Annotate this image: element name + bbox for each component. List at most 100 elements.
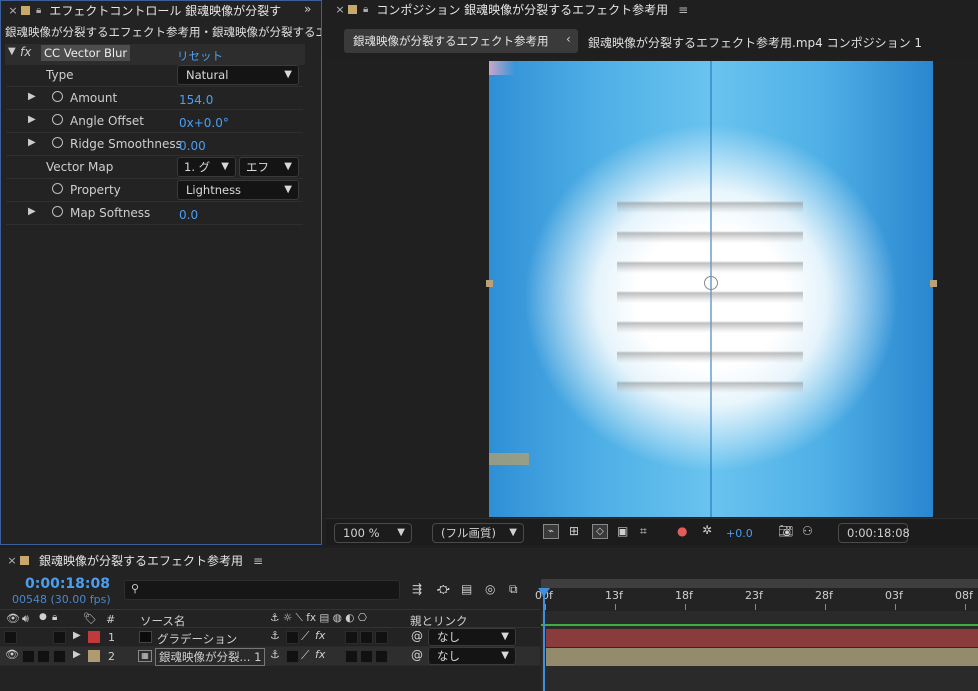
collapse-switch[interactable] xyxy=(286,650,299,663)
collapse-switch[interactable] xyxy=(286,631,299,644)
parent-link-column-header[interactable]: 親とリンク xyxy=(410,613,468,629)
fast-preview-icon[interactable]: ⌁ xyxy=(543,524,559,539)
effect-name[interactable]: CC Vector Blur xyxy=(41,45,131,61)
fx-toggle-icon[interactable]: fx xyxy=(20,45,31,59)
hamburger-menu-icon[interactable]: ≡ xyxy=(253,554,263,568)
layer-handle-left[interactable] xyxy=(486,280,493,287)
lock-icon[interactable]: 🔒︎ xyxy=(363,4,368,15)
pickwhip-icon[interactable]: @ xyxy=(411,648,423,662)
ridge-smoothness-value[interactable]: 0.00 xyxy=(179,139,206,153)
parent-dropdown[interactable]: なし ▼ xyxy=(428,628,516,646)
layer-2-bar[interactable] xyxy=(546,648,978,666)
draft-3d-icon[interactable]: ⛮ xyxy=(437,582,450,597)
label-color-tan[interactable] xyxy=(88,650,100,662)
region-of-interest-icon[interactable]: ▣ xyxy=(617,524,628,538)
work-area-bar[interactable] xyxy=(541,579,978,588)
parent-dropdown[interactable]: なし ▼ xyxy=(428,647,516,665)
transparency-grid-icon[interactable]: ⊞ xyxy=(569,524,579,538)
motion-blur-icon[interactable]: ◎ xyxy=(485,582,495,596)
motion-blur-switch[interactable] xyxy=(360,631,373,644)
frame-blend-switch[interactable] xyxy=(345,631,358,644)
amount-value[interactable]: 154.0 xyxy=(179,93,213,107)
frame-blend-switch[interactable] xyxy=(345,650,358,663)
map-softness-value[interactable]: 0.0 xyxy=(179,208,198,222)
color-management-icon[interactable]: ✲ xyxy=(702,523,712,537)
resolution-dropdown[interactable]: (フル画質) ▼ xyxy=(432,523,524,543)
snapshot-icon[interactable]: 📷︎ xyxy=(778,524,793,538)
stopwatch-icon[interactable] xyxy=(52,183,63,194)
quality-switch-icon[interactable]: ⟋ xyxy=(301,648,309,663)
track-area[interactable] xyxy=(541,611,978,691)
source-name-column-header[interactable]: ソース名 xyxy=(140,613,185,629)
show-snapshot-icon[interactable]: ⚇ xyxy=(802,524,813,538)
expand-layer-icon[interactable]: ▶ xyxy=(73,630,81,641)
property-dropdown[interactable]: Lightness ▼ xyxy=(177,180,299,200)
expand-amount-icon[interactable]: ▶ xyxy=(28,91,36,102)
composition-mini-flowchart-icon[interactable]: ⇶ xyxy=(412,582,422,596)
layer-handle-right[interactable] xyxy=(930,280,937,287)
layer-name[interactable]: 銀魂映像が分裂... 1 xyxy=(155,648,266,666)
stopwatch-icon[interactable] xyxy=(52,137,63,148)
timeline-tab-title[interactable]: 銀魂映像が分裂するエフェクト参考用 xyxy=(39,552,243,569)
audio-toggle[interactable] xyxy=(22,650,35,663)
layer-row[interactable]: ▶ 1 グラデーション ⚓︎ ⟋ fx @ なし ▼ xyxy=(0,628,540,647)
close-tab-icon[interactable]: × xyxy=(332,3,348,16)
expand-map-softness-icon[interactable]: ▶ xyxy=(28,206,36,217)
layer-1-bar[interactable] xyxy=(546,629,978,647)
expand-ridge-icon[interactable]: ▶ xyxy=(28,137,36,148)
current-time-display[interactable]: 0:00:18:08 xyxy=(838,523,910,543)
current-time[interactable]: 0:00:18:08 xyxy=(25,576,110,592)
layer-search-input[interactable]: ⚲ xyxy=(124,580,400,600)
effect-switch-icon[interactable]: fx xyxy=(315,648,325,661)
adjustment-switch[interactable] xyxy=(375,631,388,644)
zoom-dropdown[interactable]: 100 % ▼ xyxy=(334,523,412,543)
pickwhip-icon[interactable]: @ xyxy=(411,629,423,643)
anchor-point-icon[interactable] xyxy=(704,276,718,290)
composition-tab-title[interactable]: コンポジション 銀魂映像が分裂するエフェクト参考用 xyxy=(376,1,668,18)
angle-offset-value[interactable]: 0x+0.0° xyxy=(179,116,229,130)
hamburger-menu-icon[interactable]: ≡ xyxy=(678,3,688,17)
stopwatch-icon[interactable] xyxy=(52,114,63,125)
playhead[interactable] xyxy=(543,588,545,691)
effect-controls-tab-title[interactable]: エフェクトコントロール 銀魂映像が分裂す xyxy=(49,2,281,19)
motion-blur-switch[interactable] xyxy=(360,650,373,663)
composition-viewer[interactable] xyxy=(326,58,978,518)
guides-icon[interactable]: ⌗ xyxy=(640,524,647,539)
color-channels-icon[interactable]: ● xyxy=(677,524,687,538)
shy-switch-icon[interactable]: ⚓︎ xyxy=(270,629,280,642)
graph-editor-icon[interactable]: ⧉ xyxy=(509,582,518,597)
vector-map-mode-dropdown[interactable]: エフ ▼ xyxy=(239,157,299,177)
expand-angle-icon[interactable]: ▶ xyxy=(28,114,36,125)
exposure-value[interactable]: +0.0 xyxy=(726,527,753,540)
lock-toggle[interactable] xyxy=(53,631,66,644)
label-color-red[interactable] xyxy=(88,631,100,643)
collapse-effect-icon[interactable]: ▼ xyxy=(8,46,16,57)
close-tab-icon[interactable]: × xyxy=(5,4,21,17)
adjustment-switch[interactable] xyxy=(375,650,388,663)
layer-name[interactable]: グラデーション xyxy=(157,631,237,647)
visibility-toggle[interactable] xyxy=(4,631,17,644)
lock-icon[interactable]: 🔒︎ xyxy=(36,5,41,16)
layer-row[interactable]: 👁︎ ▶ 2 ▦ 銀魂映像が分裂... 1 ⚓︎ ⟋ fx @ なし ▼ xyxy=(0,647,540,666)
close-tab-icon[interactable]: × xyxy=(4,554,20,567)
panel-overflow-icon[interactable]: » xyxy=(304,2,311,16)
comp-nav-button[interactable]: 銀魂映像が分裂するエフェクト参考用 ‹ xyxy=(344,29,578,53)
vector-map-layer-dropdown[interactable]: 1. グ ▼ xyxy=(177,157,236,177)
eye-icon[interactable]: 👁︎ xyxy=(5,648,19,661)
stopwatch-icon[interactable] xyxy=(52,91,63,102)
solo-toggle[interactable] xyxy=(37,650,50,663)
stopwatch-icon[interactable] xyxy=(52,206,63,217)
quality-switch-icon[interactable]: ⟋ xyxy=(301,629,309,644)
type-dropdown[interactable]: Natural ▼ xyxy=(177,65,299,85)
shy-switch-icon[interactable]: ⚓︎ xyxy=(270,648,280,661)
time-ruler[interactable]: 00f13f18f23f28f03f08f xyxy=(535,577,978,611)
frame-blending-icon[interactable]: ▤ xyxy=(461,582,472,596)
playhead-handle[interactable] xyxy=(538,588,550,597)
mask-visibility-icon[interactable]: ◇ xyxy=(592,524,608,539)
reset-link[interactable]: リセット xyxy=(177,48,223,64)
effect-switch-icon[interactable]: fx xyxy=(315,629,325,642)
comp-breadcrumb[interactable]: 銀魂映像が分裂するエフェクト参考用.mp4 コンポジション 1 xyxy=(588,34,922,51)
lock-toggle[interactable] xyxy=(53,650,66,663)
expand-layer-icon[interactable]: ▶ xyxy=(73,649,81,660)
ruler-tick xyxy=(545,604,546,610)
